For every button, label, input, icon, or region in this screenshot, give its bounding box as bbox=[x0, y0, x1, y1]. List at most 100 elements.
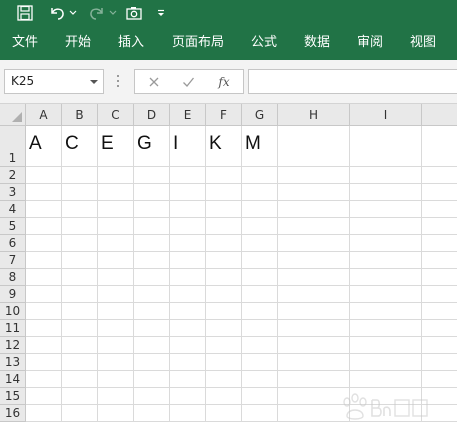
cell-d13[interactable] bbox=[134, 354, 170, 371]
tab-review[interactable]: 审阅 bbox=[357, 34, 383, 51]
cell-f15[interactable] bbox=[206, 388, 242, 405]
cell-b12[interactable] bbox=[62, 337, 98, 354]
row-header-13[interactable]: 13 bbox=[0, 354, 26, 371]
cell-b15[interactable] bbox=[62, 388, 98, 405]
cell-e5[interactable] bbox=[170, 218, 206, 235]
cell-overflow[interactable] bbox=[422, 252, 457, 269]
cell-i14[interactable] bbox=[350, 371, 422, 388]
cell-h6[interactable] bbox=[278, 235, 350, 252]
cell-d4[interactable] bbox=[134, 201, 170, 218]
cell-e15[interactable] bbox=[170, 388, 206, 405]
cell-b8[interactable] bbox=[62, 269, 98, 286]
cell-e8[interactable] bbox=[170, 269, 206, 286]
cell-f9[interactable] bbox=[206, 286, 242, 303]
cell-c2[interactable] bbox=[98, 167, 134, 184]
cell-h14[interactable] bbox=[278, 371, 350, 388]
row-header-3[interactable]: 3 bbox=[0, 184, 26, 201]
row-header-9[interactable]: 9 bbox=[0, 286, 26, 303]
cell-overflow[interactable] bbox=[422, 337, 457, 354]
cell-c11[interactable] bbox=[98, 320, 134, 337]
cell-d6[interactable] bbox=[134, 235, 170, 252]
cell-overflow[interactable] bbox=[422, 218, 457, 235]
cell-h3[interactable] bbox=[278, 184, 350, 201]
insert-function-button[interactable]: fx bbox=[213, 72, 235, 92]
cell-e7[interactable] bbox=[170, 252, 206, 269]
cell-f16[interactable] bbox=[206, 405, 242, 422]
cell-d9[interactable] bbox=[134, 286, 170, 303]
camera-icon[interactable] bbox=[123, 2, 145, 23]
cell-f2[interactable] bbox=[206, 167, 242, 184]
row-header-14[interactable]: 14 bbox=[0, 371, 26, 388]
cell-e16[interactable] bbox=[170, 405, 206, 422]
formula-input[interactable] bbox=[248, 69, 457, 94]
cell-a13[interactable] bbox=[26, 354, 62, 371]
cell-c9[interactable] bbox=[98, 286, 134, 303]
cell-b7[interactable] bbox=[62, 252, 98, 269]
cell-d3[interactable] bbox=[134, 184, 170, 201]
cell-i6[interactable] bbox=[350, 235, 422, 252]
cell-i12[interactable] bbox=[350, 337, 422, 354]
tab-data[interactable]: 数据 bbox=[304, 34, 330, 51]
cell-c10[interactable] bbox=[98, 303, 134, 320]
cell-d11[interactable] bbox=[134, 320, 170, 337]
cell-i5[interactable] bbox=[350, 218, 422, 235]
cell-g2[interactable] bbox=[242, 167, 278, 184]
row-header-16[interactable]: 16 bbox=[0, 405, 26, 422]
cell-g15[interactable] bbox=[242, 388, 278, 405]
redo-icon[interactable] bbox=[86, 2, 108, 23]
column-header-e[interactable]: E bbox=[170, 104, 206, 126]
cell-h9[interactable] bbox=[278, 286, 350, 303]
cell-g4[interactable] bbox=[242, 201, 278, 218]
cell-f11[interactable] bbox=[206, 320, 242, 337]
cell-b4[interactable] bbox=[62, 201, 98, 218]
cell-e3[interactable] bbox=[170, 184, 206, 201]
row-header-7[interactable]: 7 bbox=[0, 252, 26, 269]
cell-c6[interactable] bbox=[98, 235, 134, 252]
cell-a11[interactable] bbox=[26, 320, 62, 337]
cell-c7[interactable] bbox=[98, 252, 134, 269]
cell-e10[interactable] bbox=[170, 303, 206, 320]
cell-c3[interactable] bbox=[98, 184, 134, 201]
column-header-a[interactable]: A bbox=[26, 104, 62, 126]
row-header-8[interactable]: 8 bbox=[0, 269, 26, 286]
cell-overflow[interactable] bbox=[422, 167, 457, 184]
cell-e2[interactable] bbox=[170, 167, 206, 184]
cell-i2[interactable] bbox=[350, 167, 422, 184]
cell-g1[interactable]: M bbox=[242, 126, 278, 167]
splitter-handle-icon[interactable] bbox=[117, 73, 120, 89]
cell-g10[interactable] bbox=[242, 303, 278, 320]
cell-d8[interactable] bbox=[134, 269, 170, 286]
cell-f7[interactable] bbox=[206, 252, 242, 269]
cancel-icon[interactable] bbox=[143, 72, 165, 92]
tab-file[interactable]: 文件 bbox=[12, 34, 38, 51]
cell-h13[interactable] bbox=[278, 354, 350, 371]
cell-d16[interactable] bbox=[134, 405, 170, 422]
row-header-5[interactable]: 5 bbox=[0, 218, 26, 235]
cell-overflow[interactable] bbox=[422, 303, 457, 320]
cell-i9[interactable] bbox=[350, 286, 422, 303]
cell-overflow[interactable] bbox=[422, 320, 457, 337]
row-header-2[interactable]: 2 bbox=[0, 167, 26, 184]
cell-f14[interactable] bbox=[206, 371, 242, 388]
cell-d10[interactable] bbox=[134, 303, 170, 320]
cell-a1[interactable]: A bbox=[26, 126, 62, 167]
cell-e9[interactable] bbox=[170, 286, 206, 303]
cell-d14[interactable] bbox=[134, 371, 170, 388]
cell-a4[interactable] bbox=[26, 201, 62, 218]
cell-b9[interactable] bbox=[62, 286, 98, 303]
column-header-overflow[interactable] bbox=[422, 104, 457, 126]
cell-g16[interactable] bbox=[242, 405, 278, 422]
cell-a12[interactable] bbox=[26, 337, 62, 354]
cell-g3[interactable] bbox=[242, 184, 278, 201]
cell-g5[interactable] bbox=[242, 218, 278, 235]
column-header-c[interactable]: C bbox=[98, 104, 134, 126]
column-header-f[interactable]: F bbox=[206, 104, 242, 126]
cell-d1[interactable]: G bbox=[134, 126, 170, 167]
cell-f13[interactable] bbox=[206, 354, 242, 371]
cell-b11[interactable] bbox=[62, 320, 98, 337]
column-header-h[interactable]: H bbox=[278, 104, 350, 126]
cell-a16[interactable] bbox=[26, 405, 62, 422]
cell-i7[interactable] bbox=[350, 252, 422, 269]
cell-g9[interactable] bbox=[242, 286, 278, 303]
enter-check-icon[interactable] bbox=[177, 72, 199, 92]
